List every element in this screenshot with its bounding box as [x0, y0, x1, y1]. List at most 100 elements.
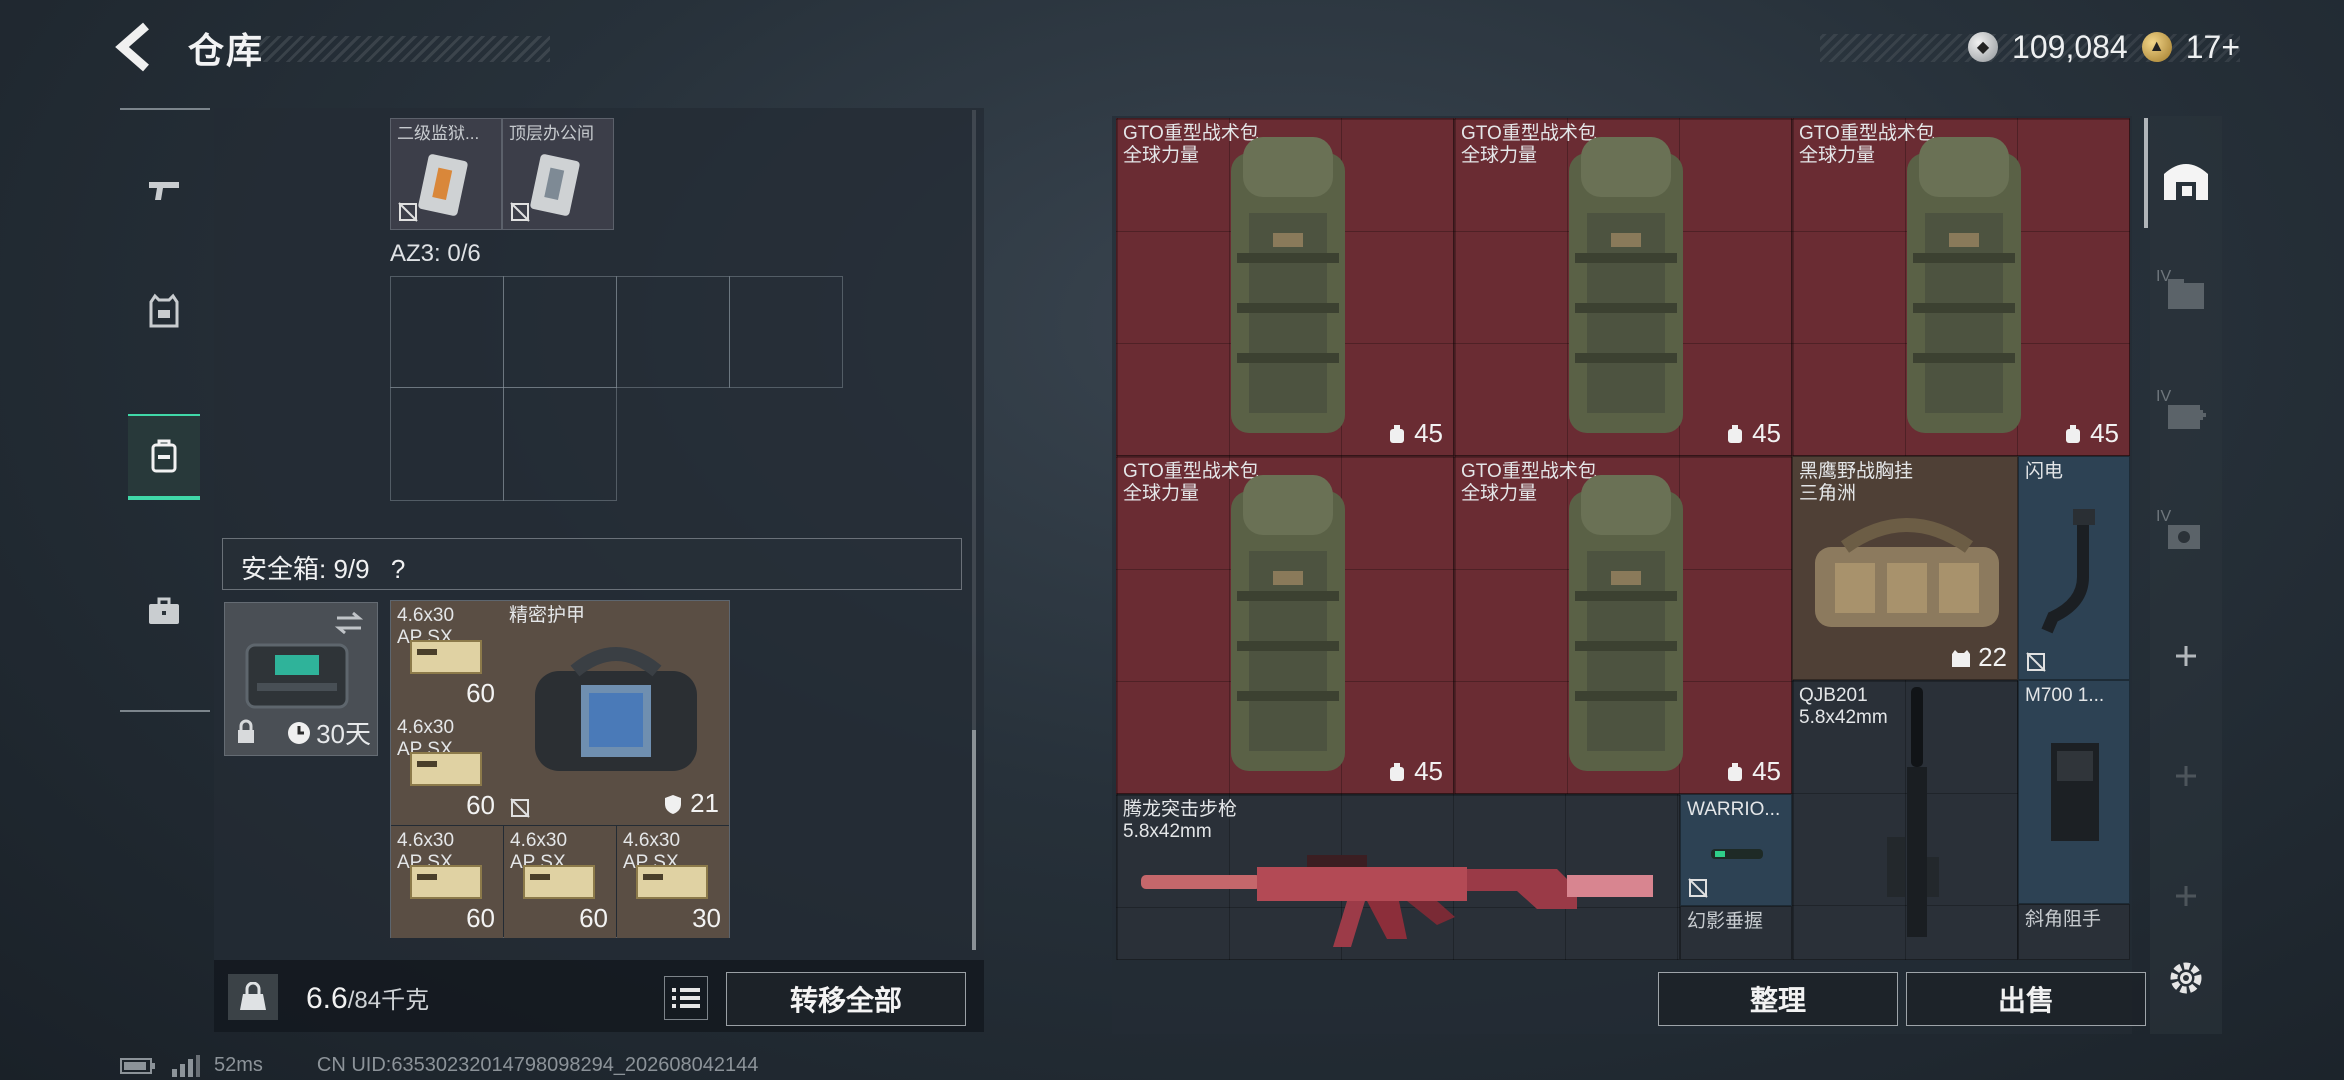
signal-icon	[172, 1054, 200, 1077]
armor-durability: 21	[662, 788, 719, 819]
weight-max: /84千克	[347, 987, 430, 1014]
armor-item[interactable]: 精密护甲 21	[503, 601, 729, 825]
capacity: 45	[1724, 418, 1781, 449]
backpack-item[interactable]: GTO重型战术包 全球力量 45	[1454, 118, 1792, 456]
duration-badge: 30天	[286, 714, 371, 751]
safe-box-label: 安全箱: 9/9	[241, 554, 370, 584]
inventory-grid: GTO重型战术包 全球力量 45 GTO重型战术包 全球力量 45 GTO重型战…	[1116, 118, 2130, 960]
safe-box-item[interactable]: 30天	[224, 602, 378, 756]
stock-icon	[2041, 509, 2095, 634]
ammo-item[interactable]: 4.6x30 AP SX 30	[617, 826, 729, 938]
tab-level: IV	[2156, 508, 2172, 525]
warrior-item[interactable]: WARRIO...	[1680, 794, 1792, 906]
tab-level: IV	[2156, 268, 2172, 285]
ammo-box-icon	[410, 752, 482, 786]
title-decoration	[260, 36, 550, 62]
ammo-item[interactable]: 4.6x30 AP SX 60	[391, 601, 503, 713]
add-storage-button-disabled	[2156, 866, 2216, 926]
help-button[interactable]: ?	[391, 554, 405, 584]
m700-item[interactable]: M700 1...	[2018, 680, 2130, 904]
qjb201-item[interactable]: QJB201 5.8x42mm	[1792, 680, 2018, 960]
back-button[interactable]	[112, 22, 162, 76]
backpack-capacity-icon	[1728, 424, 1743, 443]
ammo-caliber: 4.6x30	[510, 830, 568, 851]
armor-bag-icon	[535, 647, 697, 771]
assault-rifle-icon	[1141, 855, 1653, 947]
add-storage-button-disabled	[2156, 746, 2216, 806]
capacity: 45	[1386, 756, 1443, 787]
side-nav	[120, 108, 210, 712]
keycard-item[interactable]: 二级监狱...	[390, 118, 502, 230]
ammo-item[interactable]: 4.6x30 AP SX 60	[391, 826, 503, 938]
backpack-capacity-icon	[1728, 762, 1743, 781]
item-source: 全球力量	[1461, 145, 1538, 166]
capacity-value: 45	[1414, 418, 1443, 448]
kettlebell-icon	[240, 982, 266, 1010]
vertical-grip-item[interactable]: 幻影垂握	[1680, 906, 1792, 960]
premium-currency[interactable]: 17+	[2186, 29, 2240, 66]
ammo-item[interactable]: 4.6x30 AP SX 60	[391, 713, 503, 825]
sell-button[interactable]: 出售	[1906, 972, 2146, 1026]
storage-tab-2[interactable]: IV	[2156, 384, 2216, 444]
capacity-value: 22	[1978, 642, 2007, 672]
ammo-box-icon	[410, 865, 482, 899]
item-source: 全球力量	[1123, 145, 1200, 166]
ping: 52ms	[214, 1054, 263, 1076]
backpack-item[interactable]: GTO重型战术包 全球力量 45	[1116, 118, 1454, 456]
gear-icon	[2170, 962, 2202, 994]
no-insure-icon	[398, 202, 418, 222]
status-line: 52ms CN UID:6353023201479809829​4_202608…	[120, 1054, 758, 1077]
storage-toggle[interactable]	[2156, 150, 2216, 210]
add-storage-button[interactable]	[2156, 626, 2216, 686]
backpack-item[interactable]: GTO重型战术包 全球力量 45	[1116, 456, 1454, 794]
item-name: 闪电	[2025, 461, 2064, 482]
backpack-icon	[1907, 137, 2021, 433]
keycard-icon	[418, 154, 468, 216]
plus-icon	[2176, 886, 2196, 906]
item-label: 顶层办公间	[509, 124, 594, 143]
transfer-all-button[interactable]: 转移全部	[726, 972, 966, 1026]
no-insure-icon	[510, 798, 530, 818]
storage-tab-1[interactable]: IV	[2156, 264, 2216, 324]
organize-button[interactable]: 整理	[1658, 972, 1898, 1026]
backpack-item[interactable]: GTO重型战术包 全球力量 45	[1454, 456, 1792, 794]
ammo-caliber: 4.6x30	[397, 830, 455, 851]
chest-rig-icon	[1815, 518, 1999, 627]
flash-item[interactable]: 闪电	[2018, 456, 2130, 680]
nav-backpack[interactable]	[128, 414, 200, 500]
left-scrollbar[interactable]	[972, 110, 976, 950]
weight-current: 6.6	[306, 982, 348, 1015]
clock-icon	[288, 721, 311, 744]
item-name: 腾龙突击步枪	[1123, 799, 1238, 820]
safe-box-header: 安全箱: 9/9 ?	[222, 538, 962, 590]
capacity: 22	[1950, 642, 2007, 673]
lock-icon	[238, 719, 254, 743]
item-label: 二级监狱...	[397, 124, 480, 143]
item-name: 幻影垂握	[1687, 911, 1764, 932]
settings-button[interactable]	[2156, 948, 2216, 1008]
angled-grip-item[interactable]: 斜角阻手	[2018, 904, 2130, 960]
capacity-value: 45	[2090, 418, 2119, 448]
backpack-capacity-icon	[1390, 424, 1405, 443]
ammo-count: 30	[692, 903, 721, 933]
nav-case[interactable]	[128, 568, 200, 654]
user-id: CN UID:6353023201479809829​4_20260804214…	[316, 1054, 759, 1076]
swap-icon[interactable]	[333, 609, 365, 637]
currency-amount: 109,084	[2012, 28, 2128, 65]
storage-tab-3[interactable]: IV	[2156, 504, 2216, 564]
currency-bar: ◆ 109,084 ▲ 17+	[1968, 28, 2240, 66]
backpack-item[interactable]: GTO重型战术包 全球力量 45	[1792, 118, 2130, 456]
keycard-item[interactable]: 顶层办公间	[502, 118, 614, 230]
right-scrollbar[interactable]	[2144, 118, 2148, 228]
list-view-button[interactable]	[664, 976, 708, 1020]
duration-text: 30天	[316, 719, 371, 749]
nav-equipment[interactable]	[128, 268, 200, 354]
item-source: 全球力量	[1461, 483, 1538, 504]
rifle-item[interactable]: 腾龙突击步枪 5.8x42mm	[1116, 794, 1680, 960]
nav-weapons[interactable]	[128, 148, 200, 234]
chest-rig-item[interactable]: 黑鹰野战胸挂 三角洲 22	[1792, 456, 2018, 680]
item-name: M700 1...	[2025, 685, 2105, 706]
plus-icon	[2176, 646, 2196, 666]
machine-gun-icon	[1887, 687, 1939, 937]
ammo-item[interactable]: 4.6x30 AP SX 60	[504, 826, 616, 938]
